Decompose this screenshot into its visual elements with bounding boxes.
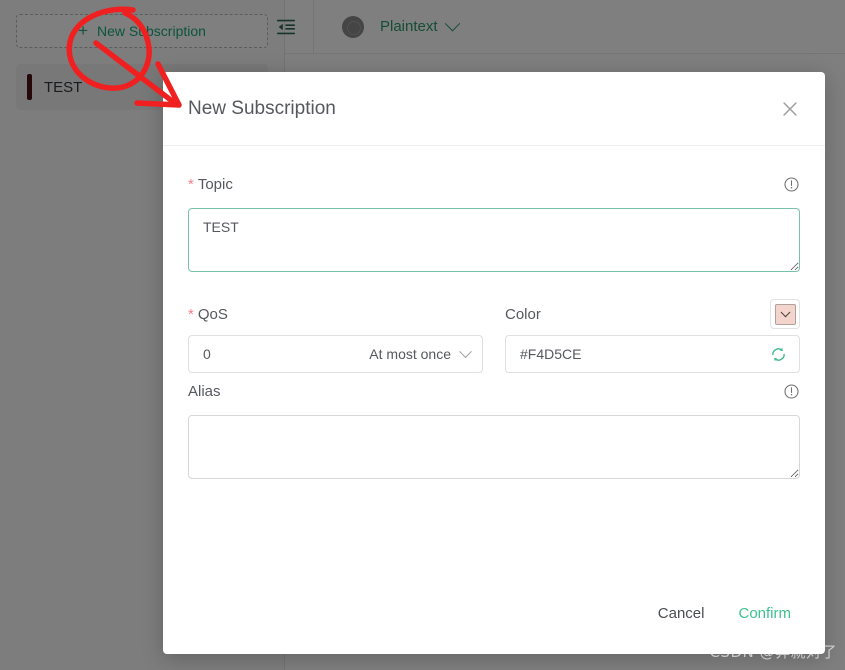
required-marker: * [188, 305, 194, 323]
qos-select[interactable]: 0 At most once [188, 335, 483, 373]
dialog-title: New Subscription [188, 97, 336, 119]
cancel-button[interactable]: Cancel [658, 605, 705, 622]
alias-label-row: Alias [188, 379, 800, 403]
confirm-button[interactable]: Confirm [738, 605, 791, 622]
qos-label-text: QoS [197, 305, 228, 323]
topic-field: * Topic [188, 172, 800, 277]
refresh-icon[interactable] [770, 346, 787, 363]
qos-description: At most once [369, 346, 451, 362]
chevron-down-icon [459, 344, 472, 358]
qos-value: 0 [203, 346, 211, 362]
topic-input[interactable] [188, 208, 800, 272]
alias-input[interactable] [188, 415, 800, 479]
required-marker: * [188, 175, 194, 193]
topic-label-row: * Topic [188, 172, 800, 196]
alias-field: Alias [188, 379, 800, 484]
color-value: #F4D5CE [520, 346, 582, 362]
info-circle-icon[interactable] [783, 383, 800, 400]
color-field: Color #F4D5CE [505, 299, 800, 373]
chevron-down-icon [780, 306, 790, 317]
color-label-row: Color [505, 299, 800, 329]
alias-label: Alias [188, 382, 221, 400]
new-subscription-dialog: New Subscription * Topic TEST * QoS 0 At… [163, 72, 825, 654]
color-swatch-button[interactable] [770, 299, 800, 329]
watermark: CSDN @莽就对了 [709, 643, 837, 661]
app-root: + New Subscription TEST [0, 0, 845, 670]
qos-field: * QoS 0 At most once [188, 299, 483, 373]
color-label: Color [505, 305, 541, 323]
color-value-input[interactable]: #F4D5CE [505, 335, 800, 373]
qos-color-row: * QoS 0 At most once Color #F4D5CE [188, 299, 800, 373]
qos-label-row: * QoS [188, 299, 483, 329]
dialog-header: New Subscription [163, 72, 825, 146]
dialog-body: *Topic *QoS [163, 146, 825, 578]
info-circle-icon[interactable] [783, 176, 800, 193]
topic-label: * Topic [188, 176, 233, 193]
qos-label: * QoS [188, 306, 228, 323]
close-icon[interactable] [779, 98, 801, 120]
color-swatch-preview [774, 303, 796, 325]
topic-label-text: Topic [197, 175, 233, 193]
